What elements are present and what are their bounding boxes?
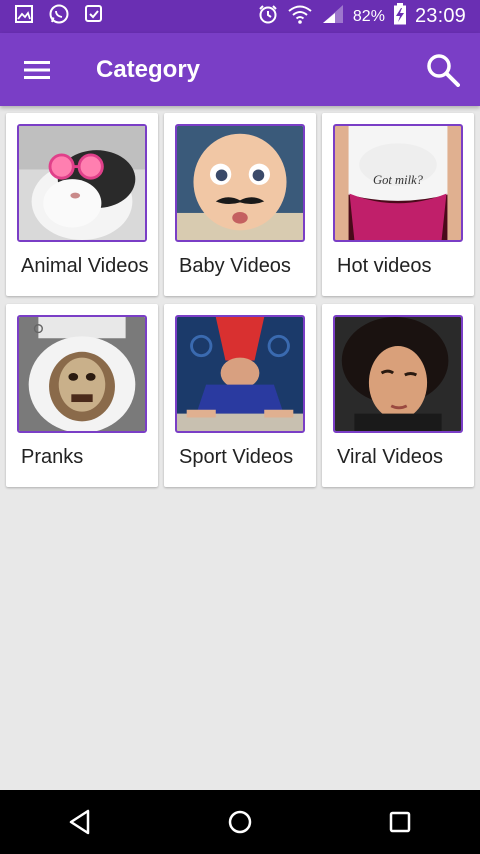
category-card-baby[interactable]: Baby Videos xyxy=(164,113,316,296)
status-bar: 82% 23:09 xyxy=(0,0,480,33)
category-card-sport[interactable]: Sport Videos xyxy=(164,304,316,487)
alarm-icon xyxy=(257,3,279,30)
app-bar: Category xyxy=(0,33,480,106)
page-title: Category xyxy=(96,55,201,83)
category-thumbnail: Got milk? xyxy=(333,124,463,242)
home-icon xyxy=(228,810,252,834)
category-card-animal[interactable]: Animal Videos xyxy=(6,113,158,296)
category-thumbnail xyxy=(175,124,305,242)
category-label: Baby Videos xyxy=(179,255,291,277)
battery-charging-icon xyxy=(393,3,407,30)
category-thumbnail xyxy=(17,124,147,242)
home-button[interactable] xyxy=(208,790,272,854)
clock: 23:09 xyxy=(414,5,466,27)
category-label: Hot videos xyxy=(337,255,432,277)
category-card-pranks[interactable]: Pranks xyxy=(6,304,158,487)
shirt-text: Got milk? xyxy=(373,173,424,187)
system-nav-bar xyxy=(0,790,480,854)
wifi-icon xyxy=(287,3,313,30)
search-icon xyxy=(427,53,460,87)
category-card-hot[interactable]: Got milk? Hot videos xyxy=(322,113,474,296)
hamburger-menu-button[interactable] xyxy=(0,33,74,106)
recents-icon xyxy=(389,811,411,833)
category-grid: Animal Videos Baby Videos Got milk? Hot … xyxy=(6,113,474,487)
back-icon xyxy=(69,809,90,835)
category-thumbnail xyxy=(175,315,305,433)
category-card-viral[interactable]: Viral Videos xyxy=(322,304,474,487)
category-label: Animal Videos xyxy=(21,255,149,277)
back-button[interactable] xyxy=(48,790,112,854)
battery-percent: 82% xyxy=(352,7,385,25)
search-button[interactable] xyxy=(406,33,480,106)
signal-icon xyxy=(321,3,345,30)
category-thumbnail xyxy=(333,315,463,433)
recents-button[interactable] xyxy=(368,790,432,854)
whatsapp-icon xyxy=(48,3,70,30)
category-label: Sport Videos xyxy=(179,446,294,468)
category-label: Pranks xyxy=(21,446,84,468)
hamburger-menu-icon xyxy=(24,60,50,79)
gallery-icon xyxy=(14,4,34,29)
category-label: Viral Videos xyxy=(337,446,443,468)
category-thumbnail xyxy=(17,315,147,433)
message-check-icon xyxy=(84,4,104,29)
